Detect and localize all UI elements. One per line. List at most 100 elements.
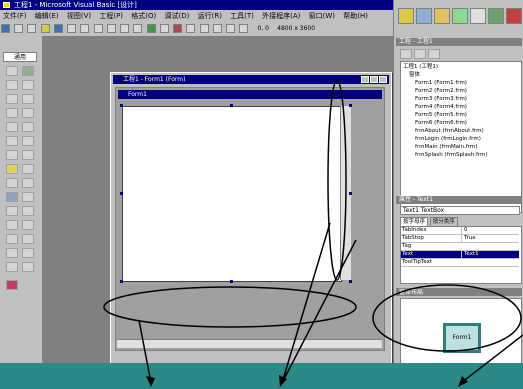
menu-help[interactable]: 帮助(H) (340, 10, 371, 22)
property-row-selected[interactable]: Text Text1 (401, 251, 519, 259)
form1-canvas[interactable] (122, 106, 342, 282)
save-icon[interactable] (53, 24, 63, 33)
view-code-icon[interactable] (400, 49, 412, 59)
toggle-folders-icon[interactable] (428, 49, 440, 59)
drivelistbox-icon[interactable] (22, 150, 34, 160)
tree-item[interactable]: frmMain (frmMain.frm) (415, 143, 477, 151)
menu-debug[interactable]: 调试(D) (162, 10, 193, 22)
undo-icon[interactable] (120, 24, 130, 33)
menu-addins[interactable]: 外接程序(A) (259, 10, 303, 22)
menu-edit[interactable]: 编辑(E) (32, 10, 62, 22)
menu-view[interactable]: 视图(V) (64, 10, 94, 22)
checkbox-icon[interactable] (6, 108, 18, 118)
tree-item[interactable]: Form5 (Form5.frm) (415, 111, 467, 119)
tool-extra-4-icon[interactable] (6, 234, 18, 244)
tool-extra-6-icon[interactable] (6, 248, 18, 258)
combobox-icon[interactable] (6, 122, 18, 132)
form-designer-titlebar[interactable]: 工程1 - Form1 (Form) (113, 75, 389, 84)
object-combo[interactable]: Text1 TextBox (400, 206, 520, 215)
tool-extra-1-icon[interactable] (22, 206, 34, 216)
menu-project[interactable]: 工程(P) (96, 10, 126, 22)
close-app-icon[interactable] (506, 8, 522, 24)
image-icon[interactable] (6, 192, 18, 202)
property-value[interactable]: 0 (461, 227, 521, 234)
properties-window-icon[interactable] (199, 24, 209, 33)
form-layout-preview[interactable]: Form1 (443, 323, 481, 353)
tool-extra-5-icon[interactable] (22, 234, 34, 244)
help-icon[interactable] (470, 8, 486, 24)
tree-item[interactable]: Form6 (Form6.frm) (415, 119, 467, 127)
label-icon[interactable] (6, 80, 18, 90)
find-icon[interactable] (106, 24, 116, 33)
network-icon[interactable] (416, 8, 432, 24)
data-icon[interactable] (22, 192, 34, 202)
paste-icon[interactable] (93, 24, 103, 33)
ole-icon[interactable] (6, 206, 18, 216)
menu-editor-icon[interactable] (27, 24, 37, 33)
open-icon[interactable] (40, 24, 50, 33)
redo-icon[interactable] (133, 24, 143, 33)
tools-icon[interactable] (488, 8, 504, 24)
vscrollbar-icon[interactable] (22, 136, 34, 146)
folder-icon[interactable] (434, 8, 450, 24)
property-row[interactable]: ToolTipText (401, 259, 519, 267)
start-icon[interactable] (146, 24, 156, 33)
break-icon[interactable] (159, 24, 169, 33)
tool-extra-3-icon[interactable] (22, 220, 34, 230)
hscrollbar-icon[interactable] (6, 136, 18, 146)
copy-icon[interactable] (80, 24, 90, 33)
tree-item[interactable]: Form3 (Form3.frm) (415, 95, 467, 103)
frame-icon[interactable] (6, 94, 18, 104)
property-row[interactable]: TabStop True (401, 235, 519, 243)
tool-extra-9-icon[interactable] (22, 262, 34, 272)
tool-extra-7-icon[interactable] (22, 248, 34, 258)
cut-icon[interactable] (67, 24, 77, 33)
property-row[interactable]: TabIndex 0 (401, 227, 519, 235)
project-explorer-icon[interactable] (186, 24, 196, 33)
tool-extra-10-icon[interactable] (6, 280, 18, 290)
tree-item[interactable]: Form1 (Form1.frm) (415, 79, 467, 87)
end-icon[interactable] (173, 24, 183, 33)
resize-handle-se[interactable] (349, 280, 352, 283)
property-value[interactable]: True (461, 235, 521, 242)
close-icon[interactable] (379, 76, 387, 83)
line-icon[interactable] (22, 178, 34, 188)
form-layout-icon[interactable] (212, 24, 222, 33)
tree-item[interactable]: frmSplash (frmSplash.frm) (415, 151, 488, 159)
commandbutton-icon[interactable] (22, 94, 34, 104)
toolbox-icon[interactable] (239, 24, 249, 33)
filelistbox-icon[interactable] (22, 164, 34, 174)
form-designer-horizontal-scrollbar[interactable] (117, 339, 382, 348)
minimize-icon[interactable] (361, 76, 369, 83)
resize-handle-e[interactable] (349, 192, 352, 195)
listbox-icon[interactable] (22, 122, 34, 132)
menu-format[interactable]: 格式(O) (128, 10, 159, 22)
menu-file[interactable]: 文件(F) (0, 10, 30, 22)
tree-item[interactable]: frmAbout (frmAbout.frm) (415, 127, 484, 135)
menu-run[interactable]: 运行(R) (195, 10, 225, 22)
add-project-icon[interactable] (1, 24, 10, 33)
tree-item[interactable]: Form2 (Form2.frm) (415, 87, 467, 95)
browser-icon[interactable] (452, 8, 468, 24)
add-form-icon[interactable] (14, 24, 24, 33)
resize-handle-w[interactable] (120, 192, 123, 195)
property-row[interactable]: Tag (401, 243, 519, 251)
object-browser-icon[interactable] (225, 24, 235, 33)
textbox-icon[interactable] (22, 80, 34, 90)
optionbutton-icon[interactable] (22, 108, 34, 118)
tool-extra-8-icon[interactable] (6, 262, 18, 272)
resize-handle-s[interactable] (230, 280, 233, 283)
tree-item[interactable]: Form4 (Form4.frm) (415, 103, 467, 111)
tool-extra-2-icon[interactable] (6, 220, 18, 230)
picturebox-icon[interactable] (22, 66, 34, 76)
resize-handle-sw[interactable] (120, 280, 123, 283)
view-object-icon[interactable] (414, 49, 426, 59)
tree-item[interactable]: 窗体 (409, 71, 420, 79)
maximize-icon[interactable] (370, 76, 378, 83)
tree-item[interactable]: 工程1 (工程1) (403, 63, 438, 71)
shape-icon[interactable] (6, 178, 18, 188)
desktop-icon[interactable] (398, 8, 414, 24)
resize-handle-nw[interactable] (120, 104, 123, 107)
form-designer-window[interactable]: 工程1 - Form1 (Form) Form1 (110, 72, 392, 364)
timer-icon[interactable] (6, 150, 18, 160)
